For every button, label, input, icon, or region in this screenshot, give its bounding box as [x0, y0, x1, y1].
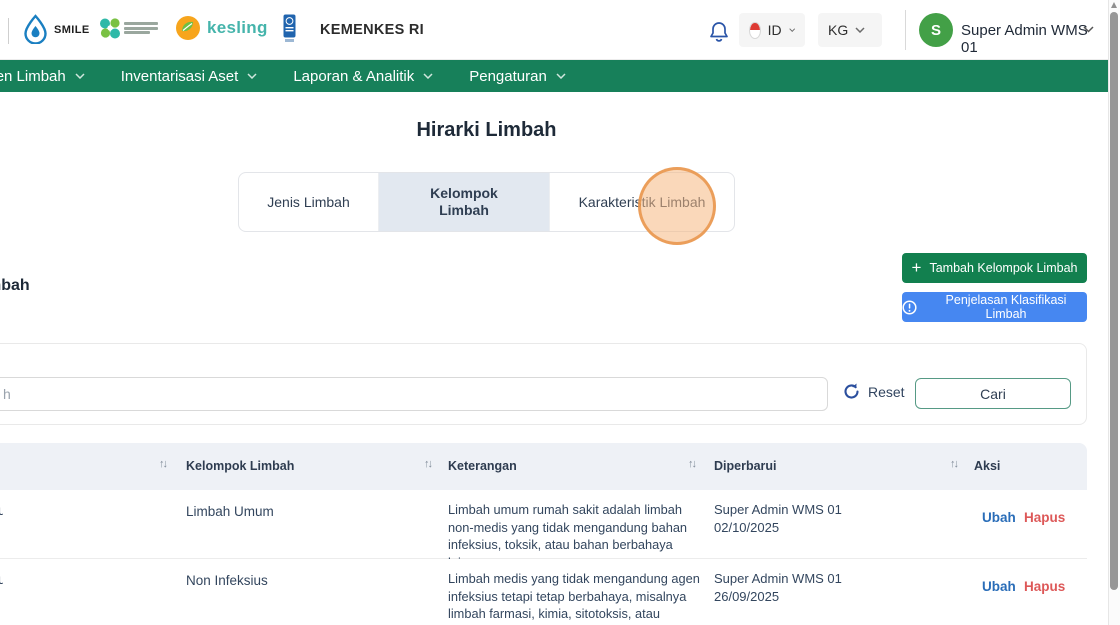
main-navbar: Manajemen Limbah Inventarisasi Aset Lapo…	[0, 60, 1108, 92]
nav-item-inventarisasi-aset[interactable]: Inventarisasi Aset	[121, 68, 258, 85]
chevron-down-icon	[788, 28, 795, 32]
kesling-logo: kesling	[174, 14, 268, 42]
unit-selector[interactable]: KG	[818, 13, 882, 47]
kemenkes-text-lines	[124, 21, 158, 36]
ubah-link[interactable]: Ubah	[982, 579, 1016, 594]
chevron-down-icon	[247, 73, 257, 79]
section-title-clipped: Kelompok Limbah	[0, 277, 30, 294]
smile-drop-icon	[22, 14, 49, 44]
col-keterangan: Keterangan	[448, 459, 517, 473]
search-input[interactable]	[0, 377, 828, 411]
col-aksi: Aksi	[974, 459, 1001, 473]
cell-keterangan: Limbah medis yang tidak mengandung agen …	[448, 571, 700, 625]
chevron-down-icon[interactable]	[1083, 26, 1094, 33]
chevron-down-icon	[75, 73, 85, 79]
hapus-link[interactable]: Hapus	[1024, 579, 1065, 594]
reset-label: Reset	[868, 383, 905, 400]
search-placeholder-fragment: h	[3, 386, 11, 402]
scrollbar-up-arrow[interactable]	[1111, 2, 1117, 8]
clipped-first-column-fragment: u	[0, 572, 3, 587]
user-avatar[interactable]: S	[919, 13, 953, 47]
reset-button[interactable]: Reset	[842, 382, 905, 401]
kemenkes-logo	[96, 14, 158, 42]
chevron-down-icon	[855, 27, 865, 33]
notification-bell-icon[interactable]	[709, 21, 729, 43]
sort-icon-keterangan[interactable]: ↑↓	[424, 458, 433, 470]
cell-kelompok: Non Infeksius	[186, 573, 268, 588]
clipped-first-column-fragment: u	[0, 503, 3, 518]
table-row: u Limbah Umum Limbah umum rumah sakit ad…	[0, 490, 1087, 570]
plus-icon: +	[911, 257, 922, 277]
col-diperbarui: Diperbarui	[714, 459, 777, 473]
hapus-link[interactable]: Hapus	[1024, 510, 1065, 525]
indonesia-flag-icon	[749, 21, 761, 39]
tambah-kelompok-limbah-button[interactable]: + Tambah Kelompok Limbah	[902, 253, 1087, 283]
sort-icon-diperbarui[interactable]: ↑↓	[688, 458, 697, 470]
chevron-down-icon	[423, 73, 433, 79]
table-header: ↑↓ Kelompok Limbah ↑↓ Keterangan ↑↓ Dipe…	[0, 443, 1087, 490]
cell-diperbarui: Super Admin WMS 01 02/10/2025	[714, 502, 842, 535]
top-header: SMILE kesling KEMENKES RI ID KG S Super …	[0, 0, 1108, 60]
unit-label: KG	[828, 22, 849, 38]
kesling-wordmark: kesling	[207, 18, 268, 37]
language-label: ID	[767, 22, 782, 38]
sort-icon-kelompok[interactable]: ↑↓	[159, 458, 168, 470]
cell-diperbarui: Super Admin WMS 01 26/09/2025	[714, 571, 842, 604]
ubah-link[interactable]: Ubah	[982, 510, 1016, 525]
chevron-down-icon	[556, 73, 566, 79]
info-icon	[902, 299, 917, 315]
refresh-icon	[842, 382, 861, 401]
nav-item-laporan-analitik[interactable]: Laporan & Analitik	[293, 68, 433, 85]
hirarki-tabs: Jenis Limbah Kelompok Limbah Karakterist…	[238, 172, 735, 232]
hirarki-limbah-page: SMILE kesling KEMENKES RI ID KG S Super …	[0, 0, 1120, 625]
tab-jenis-limbah[interactable]: Jenis Limbah	[239, 173, 379, 231]
penjelasan-klasifikasi-button[interactable]: Penjelasan Klasifikasi Limbah	[902, 292, 1087, 322]
nav-item-manajemen-limbah[interactable]: Manajemen Limbah	[0, 68, 85, 85]
kesling-icon	[174, 14, 202, 42]
kemenkes-icon	[96, 14, 124, 42]
scrollbar-thumb[interactable]	[1110, 12, 1118, 590]
app-title: KEMENKES RI	[320, 22, 425, 38]
cell-kelompok: Limbah Umum	[186, 504, 274, 519]
tab-kelompok-limbah[interactable]: Kelompok Limbah	[379, 173, 550, 231]
undp-logo	[283, 14, 296, 44]
language-selector[interactable]: ID	[739, 13, 805, 47]
cari-button[interactable]: Cari	[915, 378, 1071, 409]
header-divider	[905, 10, 906, 50]
table-row: u Non Infeksius Limbah medis yang tidak …	[0, 559, 1087, 625]
page-title: Hirarki Limbah	[416, 119, 557, 141]
smile-wordmark: SMILE	[54, 24, 90, 36]
smile-logo: SMILE	[22, 14, 90, 44]
tab-karakteristik-limbah[interactable]: Karakteristik Limbah	[550, 173, 734, 231]
col-kelompok-limbah: Kelompok Limbah	[186, 459, 295, 473]
clipped-divider	[8, 18, 9, 44]
nav-item-pengaturan[interactable]: Pengaturan	[469, 68, 566, 85]
sort-icon-aksi[interactable]: ↑↓	[950, 458, 959, 470]
